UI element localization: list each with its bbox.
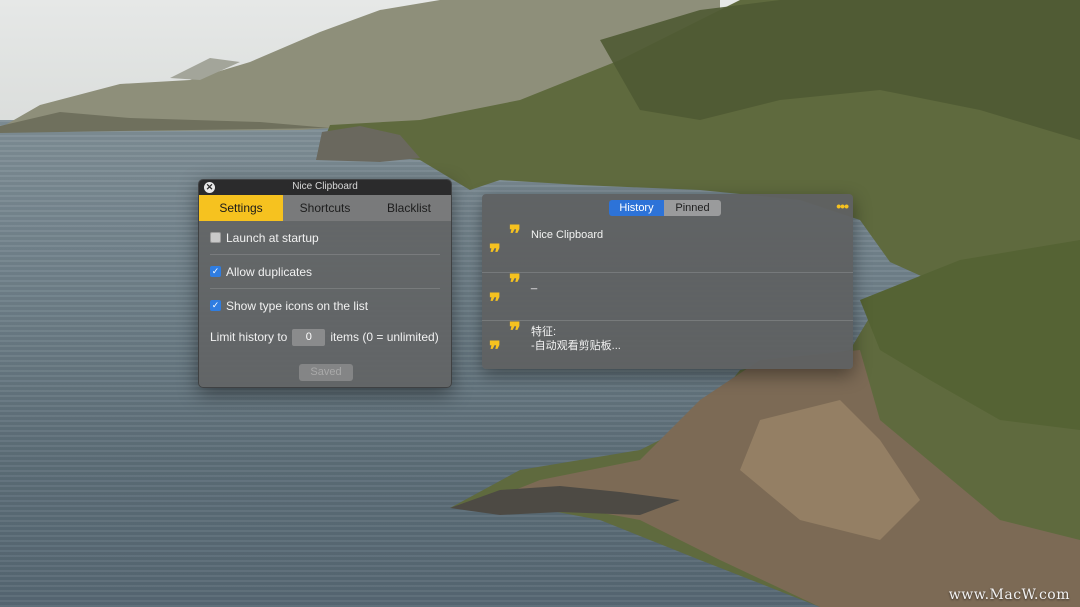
history-limit-input[interactable]: 0 xyxy=(292,328,326,346)
show-type-icons-label: Show type icons on the list xyxy=(226,298,369,313)
watermark: www.MacW.com xyxy=(948,587,1070,603)
launch-at-startup-label: Launch at startup xyxy=(226,230,319,245)
entry-text: 特征: -自动观看剪贴板... xyxy=(531,325,621,353)
segmented-control: History Pinned xyxy=(609,200,721,216)
tab-bar: Settings Shortcuts Blacklist xyxy=(199,195,451,221)
tab-blacklist[interactable]: Blacklist xyxy=(367,195,451,221)
launch-at-startup-checkbox[interactable] xyxy=(210,232,221,243)
allow-duplicates-label: Allow duplicates xyxy=(226,264,313,279)
open-quote-icon: ❞ xyxy=(509,318,521,344)
show-type-icons-checkbox[interactable]: ✓ xyxy=(210,300,221,311)
tab-shortcuts[interactable]: Shortcuts xyxy=(283,195,367,221)
tab-settings[interactable]: Settings xyxy=(199,195,283,221)
entry-line: 特征: xyxy=(531,326,557,338)
entry-text: Nice Clipboard xyxy=(531,228,603,242)
open-quote-icon: ❞ xyxy=(509,270,521,296)
settings-window: ✕ Nice Clipboard Settings Shortcuts Blac… xyxy=(198,179,452,388)
allow-duplicates-option[interactable]: ✓ Allow duplicates xyxy=(210,255,440,289)
limit-suffix-label: items (0 = unlimited) xyxy=(330,330,439,344)
title-bar[interactable]: ✕ Nice Clipboard xyxy=(199,180,451,195)
launch-at-startup-option[interactable]: Launch at startup xyxy=(210,221,440,255)
open-quote-icon: ❞ xyxy=(509,221,521,247)
ellipsis-icon[interactable]: ••• xyxy=(836,199,849,213)
saved-button[interactable]: Saved xyxy=(299,364,353,381)
history-limit-row: Limit history to 0 items (0 = unlimited) xyxy=(210,322,440,352)
close-quote-icon: ❞ xyxy=(489,289,501,315)
history-segment[interactable]: History xyxy=(609,200,664,216)
settings-body: Launch at startup ✓ Allow duplicates ✓ S… xyxy=(199,221,451,352)
close-quote-icon: ❞ xyxy=(489,240,501,266)
pinned-segment[interactable]: Pinned xyxy=(664,200,721,216)
show-type-icons-option[interactable]: ✓ Show type icons on the list xyxy=(210,289,440,322)
entry-line: Nice Clipboard xyxy=(531,229,604,241)
limit-prefix-label: Limit history to xyxy=(210,330,288,344)
close-quote-icon: ❞ xyxy=(489,337,501,363)
window-title: Nice Clipboard xyxy=(292,181,358,192)
list-item[interactable]: ❞ ❞ 特征: -自动观看剪贴板... xyxy=(482,320,853,369)
history-window: History Pinned ••• ❞ ❞ Nice Clipboard ❞ … xyxy=(482,194,853,369)
allow-duplicates-checkbox[interactable]: ✓ xyxy=(210,266,221,277)
list-item[interactable]: ❞ ❞ Nice Clipboard xyxy=(482,221,853,272)
list-item[interactable]: ❞ ❞ _ xyxy=(482,272,853,321)
entry-text: _ xyxy=(531,277,537,291)
entry-line: -自动观看剪贴板... xyxy=(531,340,621,352)
entry-line: _ xyxy=(531,278,538,290)
